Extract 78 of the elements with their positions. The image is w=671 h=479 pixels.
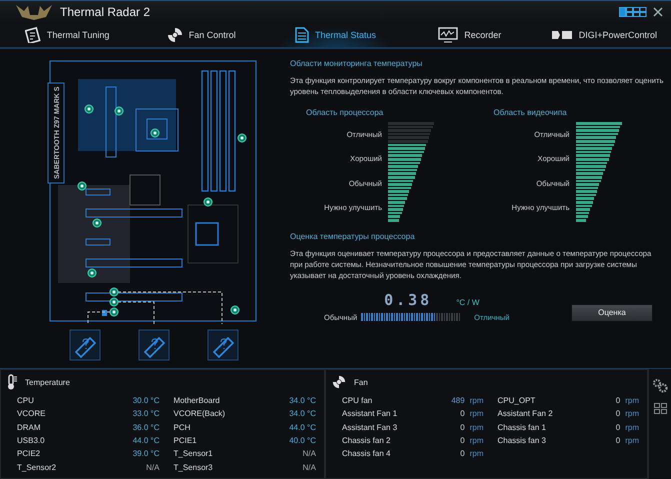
sensor-help-icon[interactable] xyxy=(208,330,238,360)
fan-speed: 0 xyxy=(616,409,620,418)
fan-name: Chassis fan 2 xyxy=(342,436,392,446)
tab[interactable]: Fan Control xyxy=(134,23,268,47)
sensor-value: 40.0 °C xyxy=(289,436,316,446)
fan-speed-unit: rpm xyxy=(625,409,639,418)
fan-speed: 0 xyxy=(460,436,465,446)
fan-speed-unit: rpm xyxy=(470,436,484,446)
sensor-value: 44.0 °C xyxy=(289,422,316,432)
fan-name: Chassis fan 1 xyxy=(498,422,547,432)
document-icon xyxy=(24,27,41,43)
fan-icon xyxy=(332,375,346,389)
zone-title: Область процессора xyxy=(306,108,384,117)
fan-name: CPU fan xyxy=(342,396,374,406)
fan-speed: 489 xyxy=(451,396,465,406)
sensor-value: 30.0 °C xyxy=(132,396,160,406)
fan-speed: 0 xyxy=(460,422,465,432)
fan-speed-unit: rpm xyxy=(470,449,484,458)
sensor-name: PCIE2 xyxy=(17,449,42,458)
panel-title: Fan xyxy=(354,378,368,386)
fan-speed-unit: rpm xyxy=(625,396,639,406)
tab[interactable]: Recorder xyxy=(402,23,537,47)
sensor-value: 34.0 °C xyxy=(289,409,316,418)
sensor-value: 34.0 °C xyxy=(289,396,316,406)
evaluate-button[interactable]: Оценка xyxy=(571,304,653,322)
fan-speed: 0 xyxy=(616,422,620,432)
score-value: 0.38 xyxy=(384,290,432,309)
section-title: Оценка температуры процессора xyxy=(290,232,416,241)
document-icon xyxy=(294,27,309,43)
score-unit: °C / W xyxy=(456,298,480,307)
fan-speed: 0 xyxy=(460,449,465,458)
sensor-name: MotherBoard xyxy=(174,396,221,406)
sensor-value: 44.0 °C xyxy=(132,436,160,446)
section-title: Области мониторинга температуры xyxy=(290,59,424,68)
monitor-chart-icon xyxy=(438,27,458,43)
sensor-name: VCORE(Back) xyxy=(174,409,226,418)
sensor-value: N/A xyxy=(146,462,160,472)
tab[interactable]: DIGI+PowerControl xyxy=(536,23,671,47)
panel-title: Temperature xyxy=(25,378,70,386)
fan-speed-unit: rpm xyxy=(625,422,639,432)
sensor-name: T_Sensor1 xyxy=(174,449,214,458)
sensor-value: N/A xyxy=(302,449,316,458)
fan-speed-unit: rpm xyxy=(470,409,484,418)
close-icon[interactable] xyxy=(653,7,663,17)
sensor-value: 36.0 °C xyxy=(132,422,160,432)
fan-speed-unit: rpm xyxy=(470,396,484,406)
window-title: Thermal Radar 2 xyxy=(60,5,150,19)
fan-speed-unit: rpm xyxy=(625,436,639,446)
layout-grid-icon[interactable] xyxy=(619,7,647,17)
grid-view-icon[interactable] xyxy=(654,403,666,414)
sensor-value: 39.0 °C xyxy=(132,449,160,458)
sensor-name: CPU xyxy=(17,396,35,406)
sensor-help-icon[interactable] xyxy=(138,330,170,360)
fan-icon xyxy=(166,27,183,43)
sensor-name: DRAM xyxy=(17,422,42,432)
fan-name: Assistant Fan 3 xyxy=(342,422,398,432)
fan-name: CPU_OPT xyxy=(498,396,536,406)
zone-title: Область видеочипа xyxy=(494,108,568,117)
thermometer-icon xyxy=(7,374,17,390)
fan-speed: 0 xyxy=(616,436,620,446)
sensor-value: 33.0 °C xyxy=(132,409,160,418)
sensor-name: USB3.0 xyxy=(17,436,46,446)
fan-speed-unit: rpm xyxy=(470,422,484,432)
sensor-name: PCH xyxy=(174,422,192,432)
settings-icon[interactable] xyxy=(652,379,668,393)
fan-name: Assistant Fan 2 xyxy=(498,409,554,418)
fan-name: Chassis fan 4 xyxy=(342,449,392,458)
sensor-help-icon[interactable] xyxy=(70,330,100,360)
fan-name: Chassis fan 3 xyxy=(498,436,547,446)
sensor-name: T_Sensor3 xyxy=(174,462,214,472)
sensor-value: N/A xyxy=(302,462,316,472)
sensor-name: VCORE xyxy=(17,409,46,418)
sensor-name: T_Sensor2 xyxy=(17,462,58,472)
tab[interactable]: Thermal Tuning xyxy=(0,23,134,47)
fan-speed: 0 xyxy=(616,396,620,406)
fan-name: Assistant Fan 1 xyxy=(342,409,398,418)
fan-speed: 0 xyxy=(460,409,465,418)
sensor-name: PCIE1 xyxy=(174,436,198,446)
